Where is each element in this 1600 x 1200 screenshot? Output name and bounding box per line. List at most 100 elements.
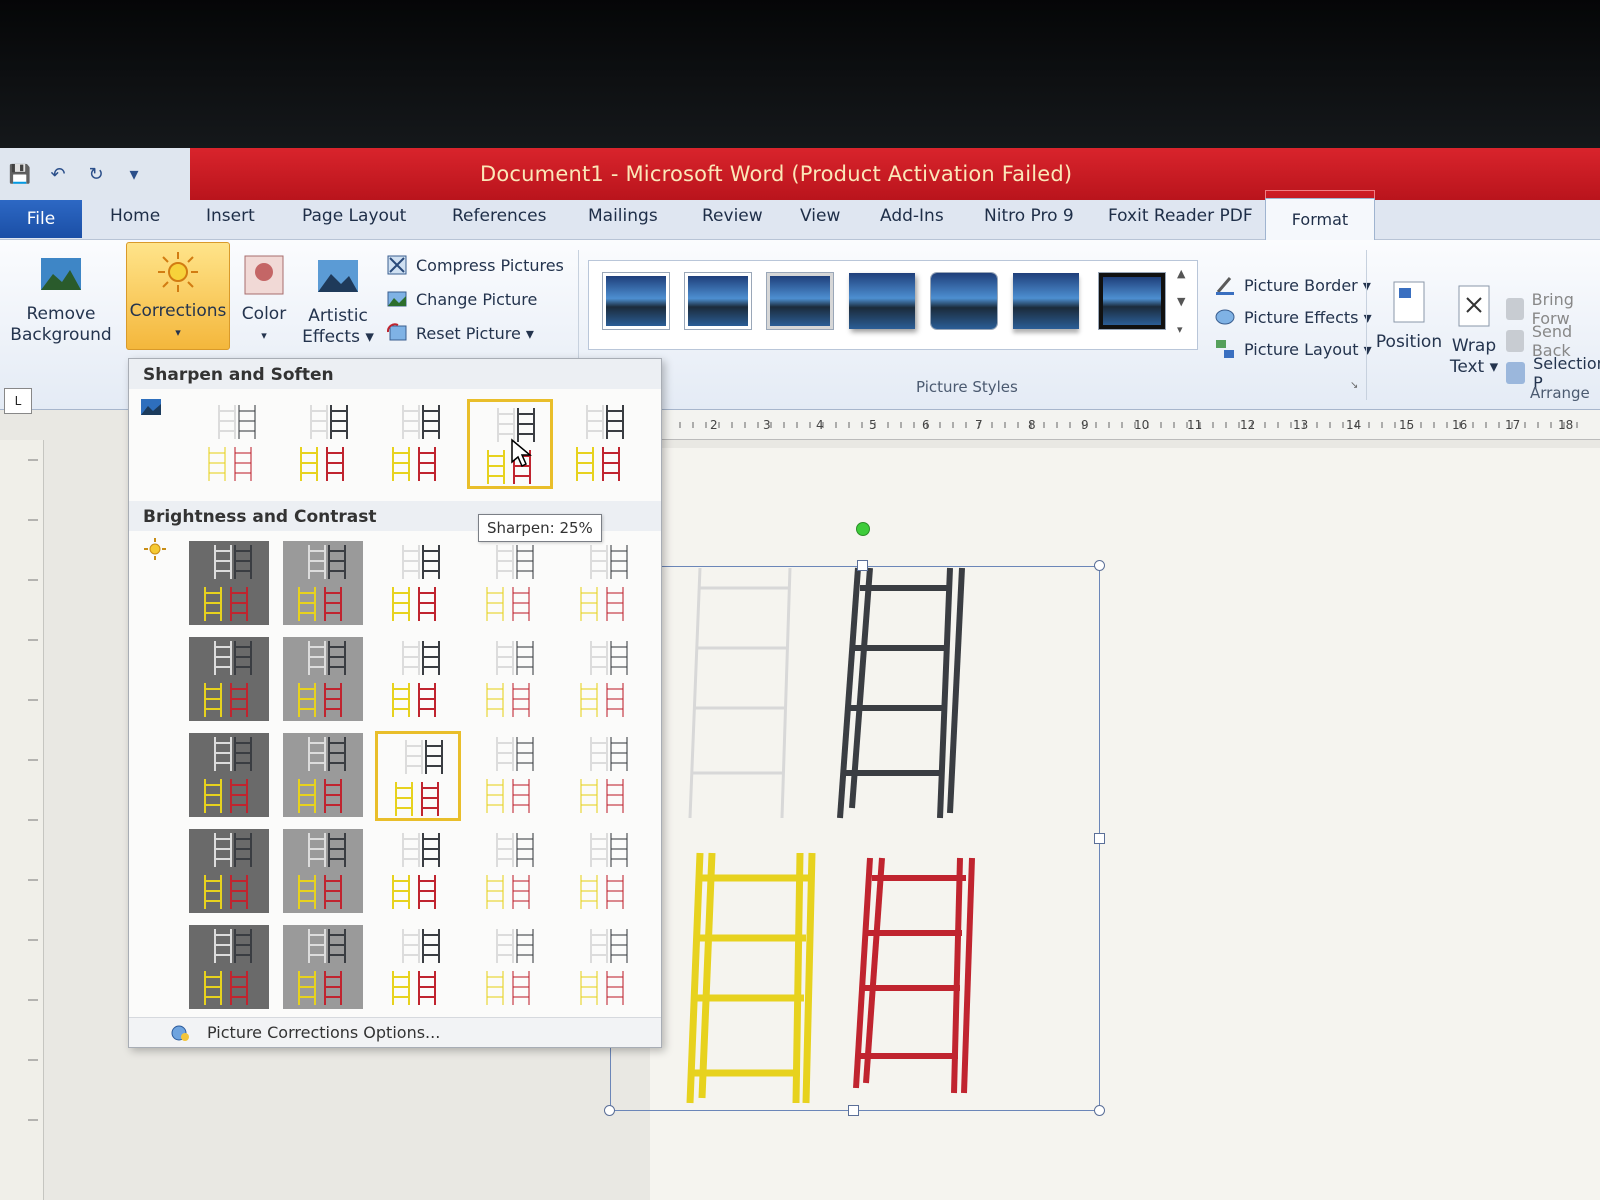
resize-handle-bottom[interactable] — [848, 1105, 859, 1116]
picture-effects-button[interactable]: Picture Effects ▾ — [1214, 306, 1372, 328]
picture-style-thumb[interactable] — [849, 273, 915, 329]
brightness-contrast-option[interactable] — [563, 827, 649, 917]
change-picture-button[interactable]: Change Picture — [386, 288, 537, 310]
undo-icon[interactable]: ↶ — [46, 162, 70, 186]
mini-shelves-icon — [580, 737, 628, 813]
tab-review[interactable]: Review — [702, 206, 763, 226]
tab-format[interactable]: Format — [1265, 198, 1375, 240]
mini-shelves-icon — [580, 641, 628, 717]
picture-style-thumb[interactable] — [767, 273, 833, 329]
resize-handle-bottom-right[interactable] — [1094, 1105, 1105, 1116]
resize-handle-bottom-left[interactable] — [604, 1105, 615, 1116]
tab-view[interactable]: View — [800, 206, 840, 226]
picture-style-thumb[interactable] — [603, 273, 669, 329]
wrap-text-button[interactable]: Wrap Text ▾ — [1446, 284, 1502, 378]
brightness-contrast-option[interactable] — [375, 635, 461, 725]
brightness-contrast-option[interactable] — [469, 731, 555, 821]
brightness-contrast-option[interactable] — [187, 827, 273, 917]
picture-layout-button[interactable]: Picture Layout ▾ — [1214, 338, 1372, 360]
picture-style-thumb[interactable] — [685, 273, 751, 329]
tab-mailings[interactable]: Mailings — [588, 206, 658, 226]
gallery-scroll-down-icon[interactable]: ▼ — [1177, 295, 1185, 308]
artistic-effects-label-2: Effects ▾ — [302, 327, 374, 347]
artistic-effects-button[interactable]: Artistic Effects ▾ — [300, 254, 376, 348]
tab-nitro-pro[interactable]: Nitro Pro 9 — [984, 206, 1074, 226]
rotate-handle[interactable] — [856, 522, 870, 536]
color-button[interactable]: Color ▾ — [236, 252, 292, 346]
brightness-contrast-option[interactable] — [281, 539, 367, 629]
ruler-number: 8 — [1028, 418, 1036, 432]
brightness-contrast-option[interactable] — [469, 539, 555, 629]
corrections-button[interactable]: Corrections ▾ — [126, 242, 230, 350]
ribbon-tabs: File Home Insert Page Layout References … — [0, 198, 1600, 240]
resize-handle-top[interactable] — [857, 560, 868, 571]
sharpen-option[interactable] — [559, 399, 645, 489]
window-title: Document1 - Microsoft Word (Product Acti… — [480, 162, 1073, 186]
corrections-dropdown-icon: ▾ — [175, 326, 181, 339]
tab-insert[interactable]: Insert — [206, 206, 255, 226]
horizontal-ruler[interactable]: 2 3 4 5 6 7 8 9 10 11 12 13 14 15 16 17 18 — [659, 410, 1600, 440]
compress-pictures-button[interactable]: Compress Pictures — [386, 254, 564, 276]
brightness-contrast-option[interactable] — [563, 635, 649, 725]
customize-qat-icon[interactable]: ▾ — [122, 162, 146, 186]
mini-shelves-icon — [486, 737, 534, 813]
ruler-number: 10 — [1134, 418, 1150, 432]
tab-references[interactable]: References — [452, 206, 546, 226]
save-icon[interactable]: 💾 — [8, 162, 32, 186]
mini-shelves-icon — [392, 545, 440, 621]
brightness-contrast-option[interactable] — [187, 635, 273, 725]
brightness-contrast-option[interactable] — [375, 539, 461, 629]
brightness-contrast-option[interactable] — [375, 827, 461, 917]
brightness-contrast-option[interactable] — [187, 731, 273, 821]
picture-corrections-options[interactable]: Picture Corrections Options... — [129, 1017, 661, 1047]
picture-effects-label: Picture Effects ▾ — [1244, 307, 1372, 327]
brightness-contrast-option[interactable] — [375, 731, 461, 821]
mini-shelves-icon — [486, 545, 534, 621]
sharpen-option[interactable] — [191, 399, 277, 489]
brightness-contrast-option[interactable] — [281, 827, 367, 917]
remove-background-button[interactable]: Remove Background — [6, 252, 116, 346]
dialog-launcher-icon[interactable]: ↘ — [1350, 380, 1358, 391]
position-button[interactable]: Position — [1375, 280, 1443, 353]
corrections-label: Corrections — [129, 301, 227, 321]
brightness-contrast-option[interactable] — [281, 635, 367, 725]
brightness-contrast-option[interactable] — [281, 731, 367, 821]
brightness-contrast-option[interactable] — [375, 923, 461, 1013]
sharpen-tooltip: Sharpen: 25% — [478, 514, 602, 542]
mini-shelves-icon — [283, 637, 363, 721]
tab-foxit-reader[interactable]: Foxit Reader PDF — [1108, 206, 1253, 226]
sharpen-option[interactable] — [375, 399, 461, 489]
brightness-contrast-option[interactable] — [469, 635, 555, 725]
vertical-ruler[interactable] — [0, 440, 44, 1200]
brightness-contrast-option[interactable] — [563, 731, 649, 821]
picture-corrections-options-label: Picture Corrections Options... — [207, 1023, 441, 1042]
redo-icon[interactable]: ↻ — [84, 162, 108, 186]
brightness-contrast-option[interactable] — [469, 923, 555, 1013]
picture-style-thumb[interactable] — [931, 273, 997, 329]
brightness-contrast-option[interactable] — [563, 923, 649, 1013]
brightness-contrast-option[interactable] — [187, 539, 273, 629]
tab-add-ins[interactable]: Add-Ins — [880, 206, 944, 226]
picture-selection-frame[interactable] — [610, 566, 1100, 1111]
brightness-contrast-option[interactable] — [563, 539, 649, 629]
gallery-more-icon[interactable]: ▾ — [1177, 323, 1183, 336]
reset-picture-button[interactable]: Reset Picture ▾ — [386, 322, 534, 344]
tab-selector[interactable]: L — [4, 388, 32, 414]
tab-home[interactable]: Home — [110, 206, 160, 226]
brightness-contrast-option[interactable] — [469, 827, 555, 917]
gallery-scroll-up-icon[interactable]: ▲ — [1177, 267, 1185, 280]
reset-picture-icon — [386, 323, 407, 341]
tab-page-layout[interactable]: Page Layout — [302, 206, 406, 226]
resize-handle-top-right[interactable] — [1094, 560, 1105, 571]
brightness-contrast-option[interactable] — [281, 923, 367, 1013]
tab-file[interactable]: File — [0, 200, 82, 238]
brightness-contrast-option[interactable] — [187, 923, 273, 1013]
sharpen-option[interactable] — [283, 399, 369, 489]
picture-styles-gallery[interactable]: ▲ ▼ ▾ — [588, 260, 1198, 350]
ruler-number: 9 — [1081, 418, 1089, 432]
picture-border-button[interactable]: Picture Border ▾ — [1214, 274, 1371, 296]
resize-handle-right[interactable] — [1094, 833, 1105, 844]
picture-style-thumb[interactable] — [1013, 273, 1079, 329]
position-label: Position — [1375, 332, 1443, 352]
picture-style-thumb[interactable] — [1099, 273, 1165, 329]
